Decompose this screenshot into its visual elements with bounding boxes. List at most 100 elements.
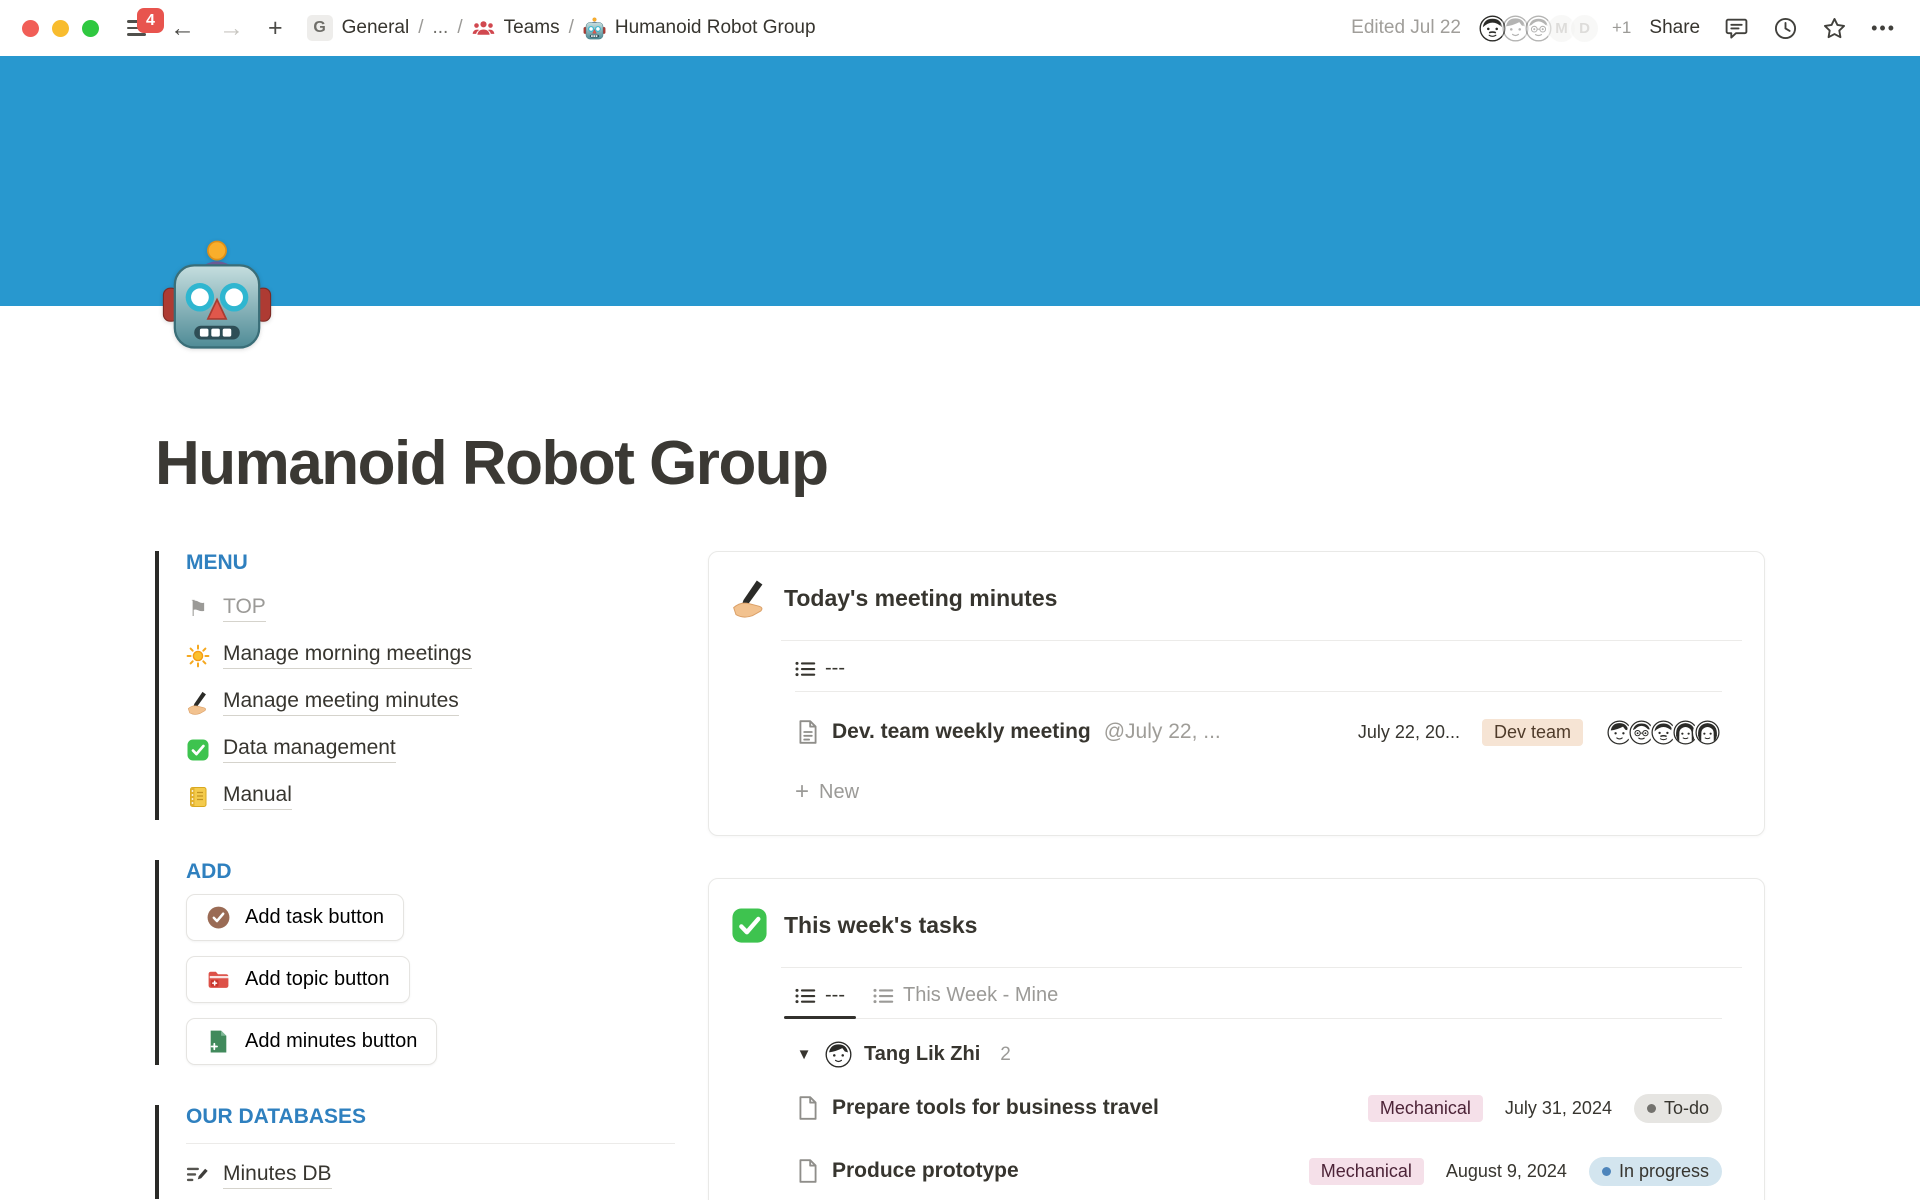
back-button[interactable]: ← (164, 14, 201, 43)
page-icon (795, 1095, 821, 1121)
group-count: 2 (1000, 1044, 1011, 1066)
task-row[interactable]: Prepare tools for business travel Mechan… (795, 1085, 1722, 1131)
view-tab-default[interactable]: --- (795, 657, 845, 691)
sidebar-toggle-button[interactable]: 4 (125, 14, 148, 42)
more-options-button[interactable]: ••• (1871, 18, 1896, 39)
teams-icon (472, 17, 495, 40)
assignee-group-row[interactable]: ▼ Tang Lik Zhi 2 (795, 1041, 1722, 1068)
notification-badge: 4 (137, 8, 164, 33)
file-plus-icon (206, 1029, 231, 1054)
card-title: This week's tasks (784, 912, 977, 939)
page-content: Humanoid Robot Group MENU ⚑ TOP Manage m… (0, 428, 1920, 1200)
list-view-icon (795, 660, 816, 678)
due-date: August 9, 2024 (1446, 1161, 1567, 1182)
check-mark-icon (730, 906, 769, 945)
plus-icon: + (795, 780, 809, 804)
add-heading: ADD (186, 860, 675, 884)
add-task-button[interactable]: Add task button (186, 894, 404, 941)
task-check-icon (206, 905, 231, 930)
weekly-tasks-card: This week's tasks --- This Week - Mine (708, 878, 1765, 1200)
document-icon (795, 719, 821, 745)
zoom-window-button[interactable] (82, 20, 99, 37)
page-icon-robot[interactable] (160, 238, 274, 352)
menu-item-manual[interactable]: Manual (186, 773, 675, 820)
share-button[interactable]: Share (1649, 17, 1700, 39)
ledger-icon (186, 785, 210, 809)
task-row[interactable]: Produce prototype Mechanical August 9, 2… (795, 1148, 1722, 1194)
window-toolbar: 4 ← → + G General / ... / Teams / Humano… (0, 0, 1920, 56)
meeting-minutes-card: Today's meeting minutes --- Dev. team we… (708, 551, 1765, 836)
workspace-icon[interactable]: G (307, 15, 333, 41)
add-topic-button[interactable]: Add topic button (186, 956, 410, 1003)
list-pencil-icon (186, 1164, 210, 1188)
card-title: Today's meeting minutes (784, 585, 1057, 612)
avatar-overflow-count[interactable]: +1 (1612, 18, 1631, 38)
close-window-button[interactable] (22, 20, 39, 37)
menu-heading: MENU (186, 551, 675, 575)
assignee-avatar (825, 1041, 852, 1068)
breadcrumb-separator: / (418, 17, 423, 39)
divider (186, 1143, 675, 1144)
right-column: Today's meeting minutes --- Dev. team we… (708, 551, 1765, 1200)
last-edited-label: Edited Jul 22 (1351, 17, 1461, 39)
menu-item-morning-meetings[interactable]: Manage morning meetings (186, 632, 675, 679)
writing-hand-icon (186, 691, 210, 715)
check-mark-icon (186, 738, 210, 762)
weekly-tasks-card-header[interactable]: This week's tasks (709, 879, 1764, 967)
databases-section: OUR DATABASES Minutes DB (155, 1105, 675, 1199)
history-icon[interactable] (1773, 16, 1798, 41)
writing-hand-icon (730, 579, 769, 618)
left-column: MENU ⚑ TOP Manage morning meetings Manag… (155, 551, 675, 1200)
menu-section: MENU ⚑ TOP Manage morning meetings Manag… (155, 551, 675, 820)
meeting-minutes-card-header[interactable]: Today's meeting minutes (709, 552, 1764, 640)
page-cover[interactable] (0, 56, 1920, 306)
view-tabs: --- This Week - Mine (795, 984, 1722, 1019)
database-item-minutes-db[interactable]: Minutes DB (186, 1152, 675, 1199)
viewer-avatars: M D (1477, 13, 1600, 44)
assignee-name: Tang Lik Zhi (864, 1043, 980, 1066)
meeting-row[interactable]: Dev. team weekly meeting @July 22, ... J… (795, 709, 1722, 755)
breadcrumb-separator: / (457, 17, 462, 39)
status-dot (1602, 1167, 1611, 1176)
list-view-icon (873, 987, 894, 1005)
page-icon (795, 1158, 821, 1184)
status-badge: To-do (1634, 1094, 1722, 1123)
view-tab-this-week-mine[interactable]: This Week - Mine (873, 984, 1058, 1018)
due-date: July 31, 2024 (1505, 1098, 1612, 1119)
folder-plus-icon (206, 967, 231, 992)
menu-item-top[interactable]: ⚑ TOP (186, 585, 675, 632)
breadcrumb-general[interactable]: General (342, 17, 410, 39)
robot-page-icon (583, 17, 606, 40)
menu-item-data-management[interactable]: Data management (186, 726, 675, 773)
breadcrumb-ellipsis[interactable]: ... (433, 17, 449, 39)
attendee-avatars (1605, 718, 1722, 747)
databases-heading: OUR DATABASES (186, 1105, 675, 1129)
comments-icon[interactable] (1724, 16, 1749, 41)
category-tag: Mechanical (1368, 1095, 1483, 1122)
collapse-toggle-icon[interactable]: ▼ (795, 1046, 813, 1063)
view-tabs: --- (795, 657, 1722, 692)
avatar[interactable]: D (1569, 13, 1600, 44)
favorite-star-icon[interactable] (1822, 16, 1847, 41)
breadcrumb-current-page[interactable]: Humanoid Robot Group (615, 17, 816, 39)
new-tab-button[interactable]: + (262, 14, 289, 43)
add-section: ADD Add task button Add topic button Add… (155, 860, 675, 1065)
minimize-window-button[interactable] (52, 20, 69, 37)
forward-button[interactable]: → (213, 14, 250, 43)
breadcrumb: G General / ... / Teams / Humanoid Robot… (307, 15, 816, 41)
category-tag: Mechanical (1309, 1158, 1424, 1185)
sun-icon (186, 644, 210, 668)
view-tab-default[interactable]: --- (795, 984, 845, 1018)
team-tag: Dev team (1482, 719, 1583, 746)
status-dot (1647, 1104, 1656, 1113)
menu-item-meeting-minutes[interactable]: Manage meeting minutes (186, 679, 675, 726)
status-badge: In progress (1589, 1157, 1722, 1186)
breadcrumb-separator: / (569, 17, 574, 39)
avatar (1693, 718, 1722, 747)
breadcrumb-teams[interactable]: Teams (504, 17, 560, 39)
new-item-button[interactable]: + New (795, 773, 1722, 811)
list-view-icon (795, 987, 816, 1005)
page-title[interactable]: Humanoid Robot Group (155, 428, 1765, 499)
flag-icon: ⚑ (186, 597, 210, 621)
add-minutes-button[interactable]: Add minutes button (186, 1018, 437, 1065)
